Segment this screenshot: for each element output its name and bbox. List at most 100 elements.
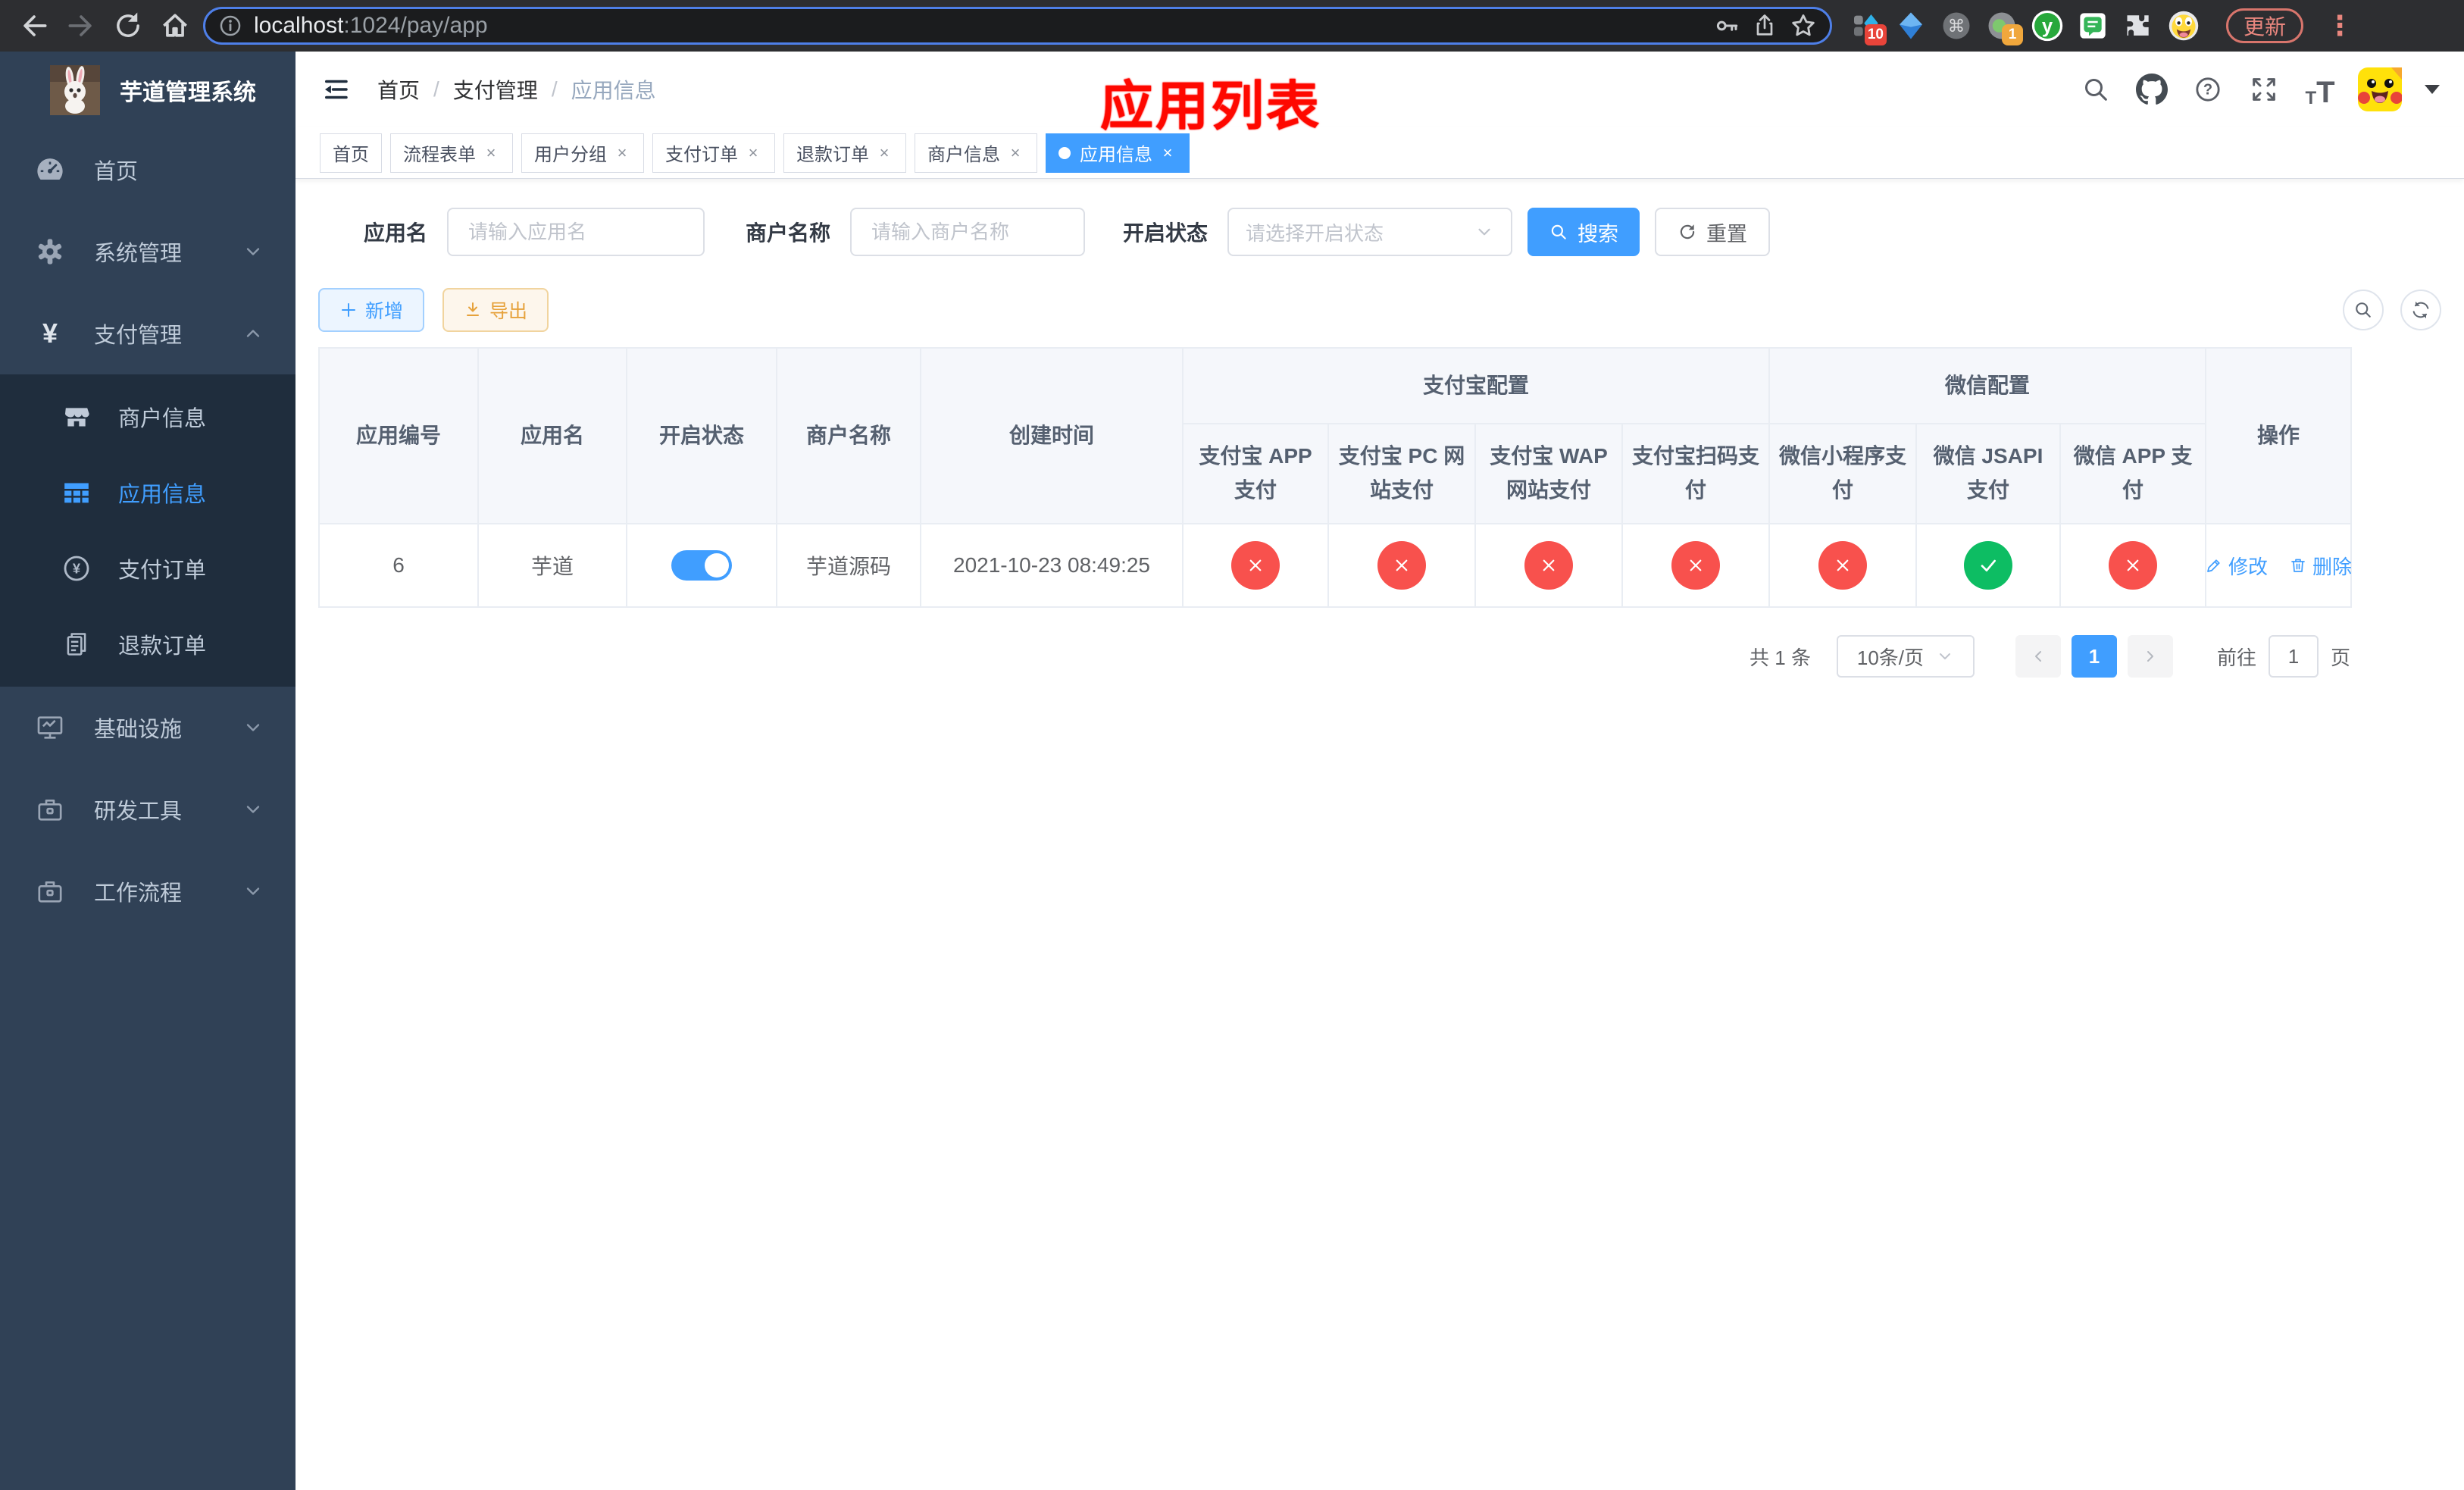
tab-user-group[interactable]: 用户分组 × <box>521 133 644 173</box>
merchant-name-input[interactable] <box>850 208 1086 256</box>
key-icon[interactable] <box>1713 12 1740 39</box>
extension-sidekick-icon[interactable]: 10 <box>1849 9 1887 45</box>
page-size-select[interactable]: 10条/页 <box>1836 635 1975 678</box>
share-icon[interactable] <box>1751 12 1778 39</box>
tab-payment-orders[interactable]: 支付订单 × <box>652 133 775 173</box>
col-header-status: 开启状态 <box>626 347 777 524</box>
close-icon[interactable]: × <box>875 143 893 163</box>
briefcase-icon <box>30 794 70 825</box>
status-wechat-app <box>2109 541 2158 590</box>
breadcrumb: 首页 / 支付管理 / 应用信息 <box>377 74 656 105</box>
sidebar-item-label: 工作流程 <box>94 881 183 906</box>
delete-button[interactable]: 删除 <box>2289 552 2352 580</box>
back-icon[interactable] <box>14 5 55 46</box>
url-bar[interactable]: localhost:1024/pay/app <box>203 7 1832 45</box>
extension-emoji-icon[interactable] <box>2167 9 2200 42</box>
refresh-table-button[interactable] <box>2400 290 2441 330</box>
browser-update-button[interactable]: 更新 <box>2226 8 2304 43</box>
monitor-chart-icon <box>30 712 70 743</box>
tab-process-form[interactable]: 流程表单 × <box>390 133 513 173</box>
col-header-actions: 操作 <box>2205 347 2353 524</box>
breadcrumb-home[interactable]: 首页 <box>377 74 420 105</box>
caret-down-icon[interactable] <box>2425 85 2440 94</box>
chevron-down-icon <box>1940 653 1951 659</box>
close-icon[interactable]: × <box>482 143 500 163</box>
sidebar-item-app-info[interactable]: 应用信息 <box>0 455 295 531</box>
sidebar-item-home[interactable]: 首页 <box>0 129 295 211</box>
document-icon <box>59 630 94 659</box>
sidebar-fold-icon[interactable] <box>320 74 352 105</box>
extension-badge: 1 <box>2002 24 2023 45</box>
close-icon[interactable]: × <box>744 143 762 163</box>
user-avatar[interactable] <box>2358 67 2402 111</box>
chevron-left-icon <box>2034 651 2041 662</box>
col-header-alipay-qr: 支付宝扫码支付 <box>1621 423 1771 524</box>
extension-badge: 10 <box>1864 24 1887 45</box>
fullscreen-icon[interactable] <box>2246 71 2282 108</box>
tab-merchant-info[interactable]: 商户信息 × <box>915 133 1037 173</box>
app-name-input[interactable] <box>447 208 705 256</box>
col-header-created: 创建时间 <box>920 347 1184 524</box>
cell-app-id: 6 <box>318 523 479 608</box>
extension-command-icon[interactable]: ⌘ <box>1940 9 1973 42</box>
app-title: 芋道管理系统 <box>120 80 256 105</box>
extensions-puzzle-icon[interactable] <box>2122 9 2155 42</box>
extension-kite-icon[interactable] <box>1894 9 1928 42</box>
chevron-down-icon <box>1478 228 1490 236</box>
group-header-wechat: 微信配置 <box>1768 347 2207 424</box>
url-text[interactable]: localhost:1024/pay/app <box>254 13 1703 39</box>
reload-icon[interactable] <box>108 5 149 46</box>
chevron-down-icon <box>242 717 264 738</box>
export-button[interactable]: 导出 <box>442 288 549 332</box>
sidebar-item-refund-orders[interactable]: 退款订单 <box>0 606 295 682</box>
extension-y-icon[interactable]: y <box>2031 9 2064 42</box>
extension-chat-icon[interactable] <box>2076 9 2109 42</box>
sidebar-item-system[interactable]: 系统管理 <box>0 211 295 293</box>
reset-button[interactable]: 重置 <box>1655 208 1771 256</box>
top-navbar: 首页 / 支付管理 / 应用信息 ? TT <box>295 52 2464 127</box>
sidebar-item-payment[interactable]: ¥ 支付管理 <box>0 293 295 374</box>
enable-toggle[interactable] <box>671 550 732 581</box>
github-icon[interactable] <box>2134 71 2170 108</box>
add-button[interactable]: 新增 <box>318 288 425 332</box>
home-icon[interactable] <box>155 5 195 46</box>
browser-menu-icon[interactable]: ⋮ <box>2326 10 2353 42</box>
close-icon[interactable]: × <box>1159 143 1177 163</box>
breadcrumb-payment[interactable]: 支付管理 <box>453 74 538 105</box>
close-icon[interactable]: × <box>1006 143 1024 163</box>
page-info-icon[interactable] <box>217 13 243 39</box>
tab-refund-orders[interactable]: 退款订单 × <box>783 133 906 173</box>
sidebar-item-payment-orders[interactable]: ¥ 支付订单 <box>0 531 295 606</box>
extension-recorder-icon[interactable]: 1 <box>1985 9 2023 45</box>
bookmark-star-icon[interactable] <box>1789 11 1818 40</box>
chevron-right-icon <box>2147 651 2153 662</box>
sidebar-item-label: 基础设施 <box>94 718 183 742</box>
page-number-button[interactable]: 1 <box>2071 635 2117 678</box>
forward-icon[interactable] <box>61 5 102 46</box>
status-alipay-app <box>1231 541 1280 590</box>
sidebar-item-workflow[interactable]: 工作流程 <box>0 850 295 932</box>
pagination-total: 共 1 条 <box>1750 646 1811 669</box>
search-button[interactable]: 搜索 <box>1527 208 1640 256</box>
yen-circle-icon: ¥ <box>59 553 94 584</box>
sidebar-item-infrastructure[interactable]: 基础设施 <box>0 687 295 768</box>
hide-search-button[interactable] <box>2343 290 2384 330</box>
tab-home[interactable]: 首页 <box>320 133 382 173</box>
prev-page-button[interactable] <box>2015 635 2061 678</box>
edit-button[interactable]: 修改 <box>2205 552 2268 580</box>
next-page-button[interactable] <box>2127 635 2173 678</box>
status-alipay-pc <box>1377 541 1426 590</box>
status-select[interactable]: 请选择开启状态 <box>1227 208 1513 256</box>
font-size-icon[interactable]: TT <box>2302 71 2338 108</box>
help-icon[interactable]: ? <box>2190 71 2226 108</box>
status-alipay-qr <box>1671 541 1720 590</box>
goto-page-input[interactable] <box>2268 635 2319 678</box>
sidebar-logo-row: 芋道管理系统 <box>0 52 295 129</box>
sidebar-item-label: 商户信息 <box>118 407 207 431</box>
sidebar-item-dev-tools[interactable]: 研发工具 <box>0 768 295 850</box>
sidebar-item-label: 首页 <box>94 160 139 184</box>
sidebar-item-merchant-info[interactable]: 商户信息 <box>0 379 295 455</box>
search-icon[interactable] <box>2078 71 2114 108</box>
chevron-down-icon <box>242 881 264 902</box>
close-icon[interactable]: × <box>613 143 631 163</box>
